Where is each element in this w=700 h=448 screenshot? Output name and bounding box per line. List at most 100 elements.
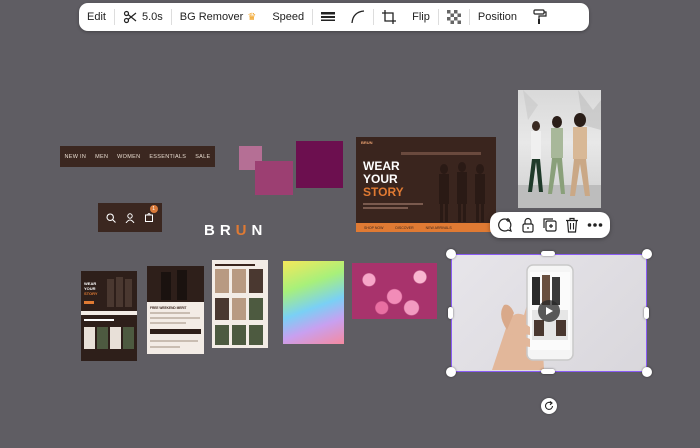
crop-icon [382, 10, 397, 24]
resize-handle-top-right[interactable] [642, 249, 652, 259]
rotate-icon [544, 401, 554, 410]
lock-icon [521, 217, 534, 233]
position-button[interactable]: Position [470, 3, 525, 31]
speed-button[interactable]: Speed [264, 3, 312, 31]
mockup-card [110, 327, 121, 349]
hero-shop-now: SHOP NOW [364, 225, 384, 230]
curve-icon [351, 10, 365, 24]
crop-button[interactable] [374, 3, 404, 31]
transparency-button[interactable] [439, 3, 469, 31]
mockup-model [161, 272, 171, 300]
mobile-mockup-c[interactable] [212, 260, 268, 348]
duplicate-button[interactable] [541, 216, 559, 234]
hero-subtext-line [363, 207, 408, 209]
resize-handle-bottom-right[interactable] [642, 367, 652, 377]
product-tile [249, 269, 263, 293]
transparency-icon [446, 10, 461, 24]
play-button[interactable] [538, 300, 560, 322]
product-tile [232, 269, 246, 293]
copy-style-button[interactable] [525, 3, 555, 31]
brun-logo-text[interactable]: BRUN [204, 222, 267, 239]
product-tile [215, 325, 229, 345]
trash-icon [566, 217, 579, 233]
product-tile [215, 298, 229, 320]
logo-part: BR [204, 222, 236, 239]
add-comment-button[interactable] [496, 216, 514, 234]
hero-new-arrivals: NEW ARRIVALS [425, 225, 452, 230]
nav-item-sale: SALE [195, 153, 211, 160]
swatch-plum[interactable] [296, 141, 343, 188]
mockup-title: FREE WEEKEND MERIT [150, 306, 187, 310]
bg-remover-button[interactable]: BG Remover ♛ [172, 3, 265, 31]
gradient-image[interactable] [283, 261, 344, 344]
hero-banner-element[interactable]: BRUN WEAR YOUR STORY SHOP NOW DISCOVER N… [356, 137, 496, 232]
product-tile [249, 298, 263, 320]
mockup-text-line [150, 317, 200, 319]
lock-button[interactable] [519, 216, 537, 234]
resize-handle-left[interactable] [448, 307, 453, 319]
selected-video-element[interactable] [451, 254, 647, 372]
mockup-hero-dark [147, 266, 204, 302]
user-icon [125, 212, 135, 223]
mockup-model [116, 277, 123, 307]
product-tile [215, 269, 229, 293]
bg-remover-label: BG Remover [179, 11, 244, 23]
flowers-photo[interactable] [352, 263, 437, 319]
mockup-cta [84, 301, 94, 304]
hero-brand-mark: BRUN [361, 140, 373, 145]
nav-item-essentials: ESSENTIALS [149, 153, 187, 160]
split-button[interactable]: 5.0s [115, 3, 171, 31]
more-options-button[interactable] [586, 216, 604, 234]
duplicate-icon [543, 218, 557, 232]
icon-bar-element[interactable]: 1 [98, 203, 162, 232]
mockup-text-line [150, 312, 190, 314]
product-tile [232, 298, 246, 320]
resize-handle-top-left[interactable] [446, 249, 456, 259]
edit-button[interactable]: Edit [79, 3, 114, 31]
swatch-rose[interactable] [255, 161, 293, 195]
mockup-text-line [150, 346, 180, 348]
resize-handle-top[interactable] [541, 251, 555, 256]
crown-icon: ♛ [247, 11, 257, 23]
fashion-photo[interactable] [518, 90, 601, 208]
speed-label: Speed [272, 11, 305, 23]
flip-button[interactable]: Flip [404, 3, 438, 31]
product-tile [249, 325, 263, 345]
logo-part: N [251, 222, 268, 239]
play-icon [546, 307, 553, 315]
rotate-handle[interactable] [541, 398, 557, 414]
mobile-mockup-b[interactable]: FREE WEEKEND MERIT [147, 266, 204, 354]
mockup-headline: WEAR YOUR STORY [84, 281, 100, 297]
resize-handle-bottom-left[interactable] [446, 367, 456, 377]
resize-handle-right[interactable] [644, 307, 649, 319]
mockup-card [123, 327, 134, 349]
nav-item-women: WOMEN [117, 153, 141, 160]
line-weight-icon [321, 12, 336, 21]
nav-item-new-in: NEW IN [64, 153, 87, 160]
product-tile [232, 325, 246, 345]
line-weight-button[interactable] [313, 3, 343, 31]
cart-count-badge: 1 [149, 204, 158, 213]
flip-label: Flip [412, 11, 430, 23]
logo-accent-letter: U [235, 222, 252, 239]
mockup-text-line [84, 319, 114, 321]
hero-models-image [432, 159, 492, 223]
nav-bar-element[interactable]: NEW IN MEN WOMEN ESSENTIALS SALE [60, 146, 215, 167]
search-icon [106, 212, 117, 223]
corner-rounding-button[interactable] [343, 3, 373, 31]
mobile-mockup-a[interactable]: WEAR YOUR STORY [81, 271, 137, 361]
mockup-text-line [150, 340, 198, 342]
hero-nav-line [401, 152, 481, 155]
more-horizontal-icon [587, 223, 603, 227]
paint-roller-icon [533, 9, 547, 24]
delete-button[interactable] [563, 216, 581, 234]
resize-handle-bottom[interactable] [541, 369, 555, 374]
hero-headline: WEAR YOUR STORY [363, 160, 404, 199]
cart-wrapper: 1 [144, 204, 158, 227]
mockup-text-line [150, 322, 186, 324]
comment-plus-icon [498, 218, 513, 232]
top-toolbar: Edit 5.0s BG Remover ♛ Speed Flip Positi… [79, 3, 589, 31]
mockup-card [97, 327, 108, 349]
mockup-model [107, 279, 114, 307]
mockup-card [84, 327, 95, 349]
